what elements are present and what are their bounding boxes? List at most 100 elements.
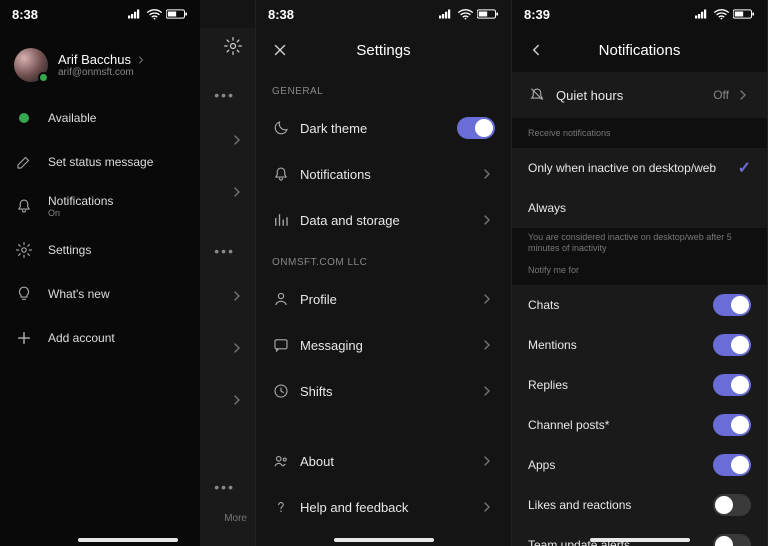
- toggle-switch[interactable]: [713, 534, 751, 546]
- more-icon[interactable]: •••: [214, 73, 245, 103]
- chevron-right-icon[interactable]: [229, 340, 245, 356]
- row-shifts[interactable]: Shifts: [256, 368, 511, 414]
- row-label: Messaging: [300, 338, 479, 353]
- avatar: [14, 48, 48, 82]
- toggle-label: Chats: [528, 298, 713, 312]
- page-title: Notifications: [599, 42, 681, 59]
- row-messaging[interactable]: Messaging: [256, 322, 511, 368]
- chat-icon: [272, 336, 300, 354]
- row-label: Quiet hours: [556, 88, 713, 103]
- more-icon[interactable]: •••: [214, 465, 245, 495]
- clock-text: 8:38: [12, 7, 38, 22]
- bell-icon: [14, 197, 34, 215]
- chevron-right-icon: [479, 383, 495, 399]
- close-button[interactable]: [268, 38, 292, 62]
- person-icon: [272, 290, 300, 308]
- toggle-switch[interactable]: [713, 334, 751, 356]
- home-indicator[interactable]: [78, 538, 178, 542]
- row-dark-theme[interactable]: Dark theme: [256, 105, 511, 151]
- toggle-switch[interactable]: [713, 374, 751, 396]
- chevron-right-icon: [479, 499, 495, 515]
- phone-settings: 8:38 Settings GENERAL Dark theme Notific…: [256, 0, 512, 546]
- signal-icon: [695, 9, 710, 19]
- lightbulb-icon: [14, 285, 34, 303]
- toggle-row-mentions[interactable]: Mentions: [512, 325, 767, 365]
- chevron-right-icon: [479, 337, 495, 353]
- edit-icon: [14, 153, 34, 171]
- profile-header[interactable]: Arif Bacchus arif@onmsft.com: [0, 38, 200, 96]
- bell-icon: [272, 165, 300, 183]
- more-label[interactable]: More: [224, 513, 247, 524]
- sidebar-item-status-message[interactable]: Set status message: [0, 140, 200, 184]
- row-label: Notifications: [300, 167, 479, 182]
- toggle-label: Apps: [528, 458, 713, 472]
- dark-theme-toggle[interactable]: [457, 117, 495, 139]
- section-header-receive: Receive notifications: [512, 118, 767, 148]
- option-label: Only when inactive on desktop/web: [528, 161, 738, 175]
- row-help[interactable]: Help and feedback: [256, 484, 511, 530]
- back-button[interactable]: [524, 38, 548, 62]
- wifi-icon: [147, 9, 162, 20]
- gear-icon: [14, 241, 34, 259]
- battery-icon: [477, 9, 499, 19]
- home-indicator[interactable]: [590, 538, 690, 542]
- sidebar-item-add-account[interactable]: Add account: [0, 316, 200, 360]
- toggle-label: Replies: [528, 378, 713, 392]
- more-icon[interactable]: •••: [214, 229, 245, 259]
- sidebar-item-available[interactable]: Available: [0, 96, 200, 140]
- profile-name: Arif Bacchus: [58, 52, 131, 67]
- help-text: You are considered inactive on desktop/w…: [512, 228, 767, 263]
- toggle-row-likes-and-reactions[interactable]: Likes and reactions: [512, 485, 767, 525]
- section-header-general: GENERAL: [256, 72, 511, 105]
- signal-icon: [128, 9, 143, 19]
- page-title: Settings: [356, 42, 410, 59]
- clock-text: 8:38: [268, 7, 294, 22]
- option-always[interactable]: Always: [512, 188, 767, 228]
- sidebar-item-whats-new[interactable]: What's new: [0, 272, 200, 316]
- home-indicator[interactable]: [334, 538, 434, 542]
- row-quiet-hours[interactable]: Quiet hours Off: [512, 72, 767, 118]
- clock-icon: [272, 382, 300, 400]
- toggle-row-replies[interactable]: Replies: [512, 365, 767, 405]
- plus-icon: [14, 329, 34, 347]
- toggle-row-channel-posts-[interactable]: Channel posts*: [512, 405, 767, 445]
- status-bar: 8:39: [512, 0, 767, 28]
- toggle-label: Mentions: [528, 338, 713, 352]
- gear-icon[interactable]: [223, 36, 243, 61]
- chevron-right-icon[interactable]: [229, 392, 245, 408]
- chevron-right-icon: [479, 212, 495, 228]
- chevron-right-icon[interactable]: [229, 184, 245, 200]
- chevron-right-icon[interactable]: [229, 132, 245, 148]
- status-bar: 8:38: [256, 0, 511, 28]
- sidebar-item-settings[interactable]: Settings: [0, 228, 200, 272]
- toggle-switch[interactable]: [713, 294, 751, 316]
- chevron-right-icon: [735, 87, 751, 103]
- toggle-switch[interactable]: [713, 414, 751, 436]
- sidebar-item-label: Available: [48, 111, 96, 125]
- row-about[interactable]: About: [256, 438, 511, 484]
- section-header-org: ONMSFT.COM LLC: [256, 243, 511, 276]
- row-notifications[interactable]: Notifications: [256, 151, 511, 197]
- toggle-switch[interactable]: [713, 494, 751, 516]
- sidebar-item-label: Notifications: [48, 194, 113, 208]
- toggle-row-chats[interactable]: Chats: [512, 285, 767, 325]
- row-profile[interactable]: Profile: [256, 276, 511, 322]
- toggle-row-team-update-alerts[interactable]: Team update alerts: [512, 525, 767, 546]
- row-data-storage[interactable]: Data and storage: [256, 197, 511, 243]
- toggle-label: Likes and reactions: [528, 498, 713, 512]
- checkmark-icon: ✓: [738, 158, 751, 178]
- option-inactive-only[interactable]: Only when inactive on desktop/web ✓: [512, 148, 767, 188]
- status-bar: 8:38: [0, 0, 200, 28]
- sidebar-item-notifications[interactable]: Notifications On: [0, 184, 200, 228]
- clock-text: 8:39: [524, 7, 550, 22]
- header: Notifications: [512, 28, 767, 72]
- sidebar-drawer: 8:38 Arif Bacchus arif@onmsft.com Availa…: [0, 0, 200, 546]
- toggle-row-apps[interactable]: Apps: [512, 445, 767, 485]
- chevron-right-icon[interactable]: [229, 288, 245, 304]
- wifi-icon: [458, 9, 473, 20]
- toggle-switch[interactable]: [713, 454, 751, 476]
- teams-icon: [272, 452, 300, 470]
- sidebar-item-sub: On: [48, 208, 113, 218]
- chevron-right-icon: [135, 54, 147, 66]
- presence-badge: [38, 72, 49, 83]
